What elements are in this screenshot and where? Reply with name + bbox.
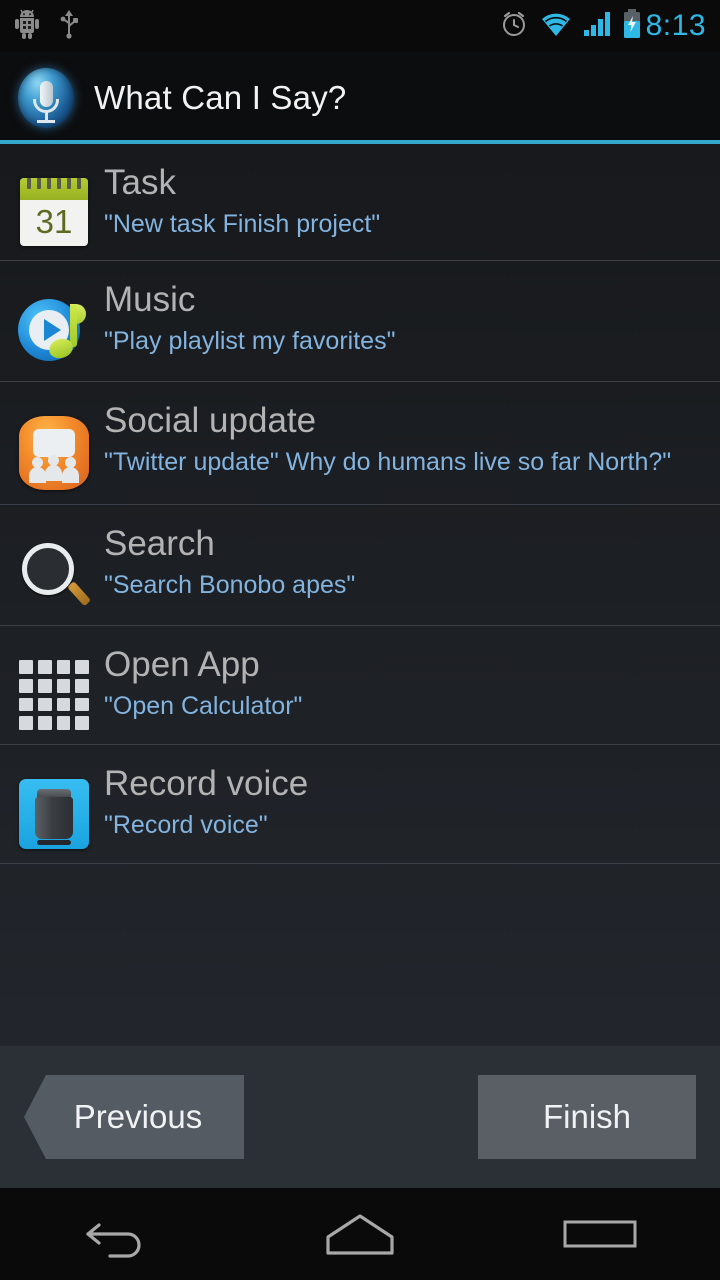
cellular-signal-icon <box>583 10 611 43</box>
list-item-search[interactable]: Search "Search Bonobo apes" <box>0 505 720 626</box>
app-header: What Can I Say? <box>0 52 720 144</box>
list-item-open-app[interactable]: Open App "Open Calculator" <box>0 626 720 745</box>
list-item-text: Music "Play playlist my favorites" <box>92 277 704 359</box>
list-item-title: Record voice <box>104 764 309 803</box>
back-icon[interactable] <box>50 1188 190 1280</box>
list-item-title: Task <box>104 163 176 202</box>
microphone-recorder-icon <box>16 761 92 849</box>
list-item-social-update[interactable]: Social update "Twitter update" Why do hu… <box>0 382 720 505</box>
app-screen: 8:13 What Can I Say? 31 Task "New task F <box>0 0 720 1280</box>
list-item-music[interactable]: Music "Play playlist my favorites" <box>0 261 720 382</box>
list-item-example: "Play playlist my favorites" <box>104 327 396 356</box>
list-item-text: Social update "Twitter update" Why do hu… <box>92 398 704 480</box>
page-title: What Can I Say? <box>94 79 347 116</box>
list-item-text: Task "New task Finish project" <box>92 160 704 242</box>
list-item-task[interactable]: 31 Task "New task Finish project" <box>0 144 720 261</box>
previous-button[interactable]: Previous <box>24 1075 244 1159</box>
list-item-example: "Open Calculator" <box>104 692 303 721</box>
system-navigation-bar <box>0 1188 720 1280</box>
android-debug-icon <box>14 9 40 44</box>
list-item-title: Search <box>104 524 215 563</box>
command-examples-list: 31 Task "New task Finish project" Music … <box>0 144 720 1046</box>
finish-button[interactable]: Finish <box>478 1075 696 1159</box>
list-item-text: Record voice "Record voice" <box>92 761 704 843</box>
list-item-example: "Record voice" <box>104 811 268 840</box>
status-bar-clock: 8:13 <box>645 9 706 42</box>
list-item-text: Open App "Open Calculator" <box>92 642 704 724</box>
list-item-title: Social update <box>104 401 317 440</box>
calendar-icon: 31 <box>16 160 92 246</box>
list-item-title: Music <box>104 280 196 319</box>
list-item-example: "Search Bonobo apes" <box>104 571 356 600</box>
app-grid-icon <box>16 642 92 730</box>
battery-charging-icon <box>622 8 642 44</box>
microphone-icon <box>18 68 74 128</box>
wizard-button-bar: Previous Finish <box>0 1046 720 1188</box>
status-bar: 8:13 <box>0 0 720 52</box>
status-bar-right-icons <box>499 8 642 44</box>
music-note-icon <box>16 277 92 367</box>
status-bar-left-icons <box>14 9 80 44</box>
magnifier-icon <box>16 521 92 611</box>
calendar-day-number: 31 <box>35 203 73 240</box>
usb-icon <box>58 9 80 44</box>
recents-icon[interactable] <box>530 1188 670 1280</box>
social-group-icon <box>16 398 92 490</box>
list-item-title: Open App <box>104 645 260 684</box>
home-icon[interactable] <box>290 1188 430 1280</box>
list-item-example: "Twitter update" Why do humans live so f… <box>104 448 672 477</box>
list-item-text: Search "Search Bonobo apes" <box>92 521 704 603</box>
wifi-icon <box>540 10 572 43</box>
list-item-example: "New task Finish project" <box>104 210 381 239</box>
alarm-clock-icon <box>499 9 529 44</box>
list-item-record-voice[interactable]: Record voice "Record voice" <box>0 745 720 864</box>
